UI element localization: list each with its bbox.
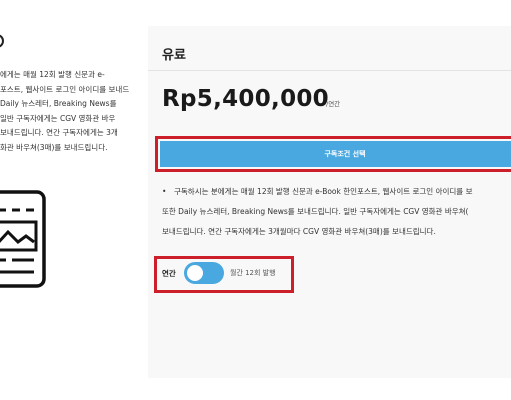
price-unit: /연간 xyxy=(326,100,341,108)
bullet: • xyxy=(162,187,167,196)
left-info-panel: 에게는 매월 12회 발행 신문과 e- 포스트, 웹사이트 로그인 아이디를 … xyxy=(0,0,140,400)
description-line: 보내드립니다. 연간 구독자에게는 3개월마다 CGV 영화관 바우쳐(3매)를… xyxy=(162,227,436,236)
card-description: • 구독하시는 분에게는 매월 12회 발행 신문과 e-Book 한인포스트, … xyxy=(162,182,511,242)
toggle-knob xyxy=(187,265,203,281)
left-description-line: 보내드립니다. 연간 구독자에게는 3개 xyxy=(0,128,118,137)
divider xyxy=(148,70,511,71)
left-description-line: Daily 뉴스레터, Breaking News를 xyxy=(0,99,117,108)
card-title: 유료 xyxy=(162,48,186,63)
left-description-line: 포스트, 웹사이트 로그인 아이디를 보내드 xyxy=(0,84,130,94)
subscription-card: 유료 Rp5,400,000 /연간 구독조건 선택 • 구독하시는 분에게는 매… xyxy=(148,26,511,378)
left-description-line: 에게는 매월 12회 발행 신문과 e- xyxy=(0,70,105,79)
price: Rp5,400,000 xyxy=(162,86,329,112)
toggle-label: 연간 xyxy=(162,269,176,278)
description-line: 또한 Daily 뉴스레터, Breaking News를 보내드립니다. 일반… xyxy=(162,207,469,216)
description-line: • 구독하시는 분에게는 매월 12회 발행 신문과 e-Book 한인포스트, … xyxy=(162,182,511,202)
left-description-line: 화관 바우쳐(3매)를 보내드립니다. xyxy=(0,142,108,152)
select-subscription-button[interactable]: 구독조건 선택 xyxy=(160,141,511,167)
left-description-line: 일반 구독자에게는 CGV 영화관 바우 xyxy=(0,113,116,123)
left-description: 에게는 매월 12회 발행 신문과 e- 포스트, 웹사이트 로그인 아이디를 … xyxy=(0,68,140,155)
billing-period-toggle[interactable] xyxy=(184,262,224,284)
toggle-caption: 월간 12회 발행 xyxy=(230,269,276,277)
newspaper-icon xyxy=(0,190,46,288)
description-line-text: 구독하시는 분에게는 매월 12회 발행 신문과 e-Book 한인포스트, 웹… xyxy=(174,187,473,196)
partial-icon xyxy=(0,34,4,48)
